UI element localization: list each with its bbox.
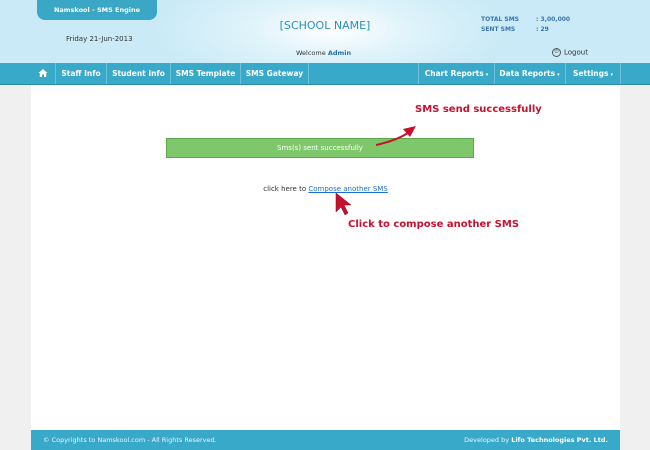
arrow-to-banner-icon (375, 126, 416, 146)
developer-name: Lifo Technologies Pvt. Ltd. (511, 436, 608, 444)
cursor-arrow-icon (335, 192, 352, 216)
page-footer: © Copyrights to Namskool.com - All Right… (31, 430, 620, 450)
copyright-text: © Copyrights to Namskool.com - All Right… (43, 436, 217, 444)
developed-prefix: Developed by (464, 436, 510, 444)
developer-credit: Developed by Lifo Technologies Pvt. Ltd. (464, 430, 608, 450)
annotation-arrows (335, 126, 416, 216)
